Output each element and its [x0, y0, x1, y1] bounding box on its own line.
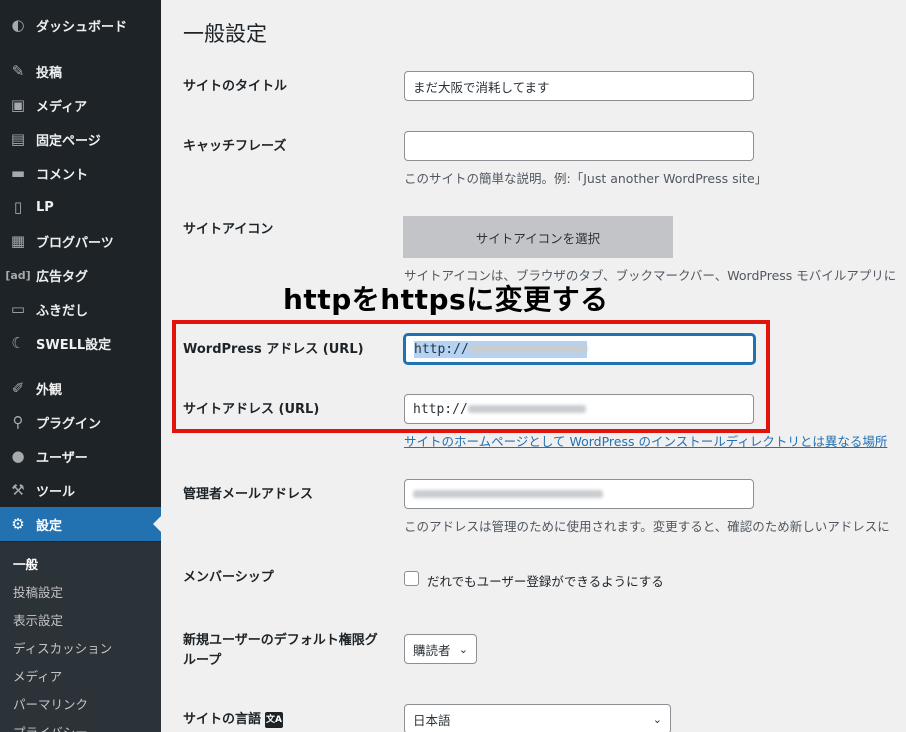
site-icon-label: サイトアイコン: [183, 222, 274, 237]
ad-icon: [ad]: [5, 268, 31, 282]
site-title-value: まだ大阪で消耗してます: [413, 79, 550, 95]
bubble-icon: ▭: [10, 300, 26, 318]
submenu-item-2[interactable]: 表示設定: [13, 610, 63, 629]
admin-email-label: 管理者メールアドレス: [183, 487, 314, 502]
admin-email-description: このアドレスは管理のために使用されます。変更すると、確認のため新しいアドレスに: [404, 519, 890, 534]
plugin-icon: ⚲: [12, 413, 24, 431]
submenu-item-4[interactable]: メディア: [13, 666, 62, 685]
submenu-item-0[interactable]: 一般: [13, 554, 38, 573]
comment-icon: ▬: [10, 164, 26, 182]
brush-icon: ✐: [11, 379, 25, 397]
wordpress-address-input[interactable]: http://: [404, 334, 755, 364]
media-icon: ▣: [10, 96, 26, 114]
user-icon: ●: [11, 447, 25, 465]
sidebar-item-label: プラグイン: [36, 416, 102, 432]
page-icon: ▤: [10, 130, 26, 148]
sidebar-item-14[interactable]: ⚙ 設定: [0, 507, 161, 541]
sidebar-item-11[interactable]: ⚲ プラグイン: [0, 405, 161, 439]
site-language-label-row: サイトの言語 文A: [183, 710, 284, 730]
main-content: 一般設定 サイトのタイトル まだ大阪で消耗してます キャッチフレーズ このサイト…: [161, 0, 906, 732]
wrench-icon: ⚒: [11, 481, 25, 499]
sidebar-item-3[interactable]: ▤ 固定ページ: [0, 122, 161, 156]
membership-checkbox[interactable]: [404, 571, 419, 586]
site-title-input[interactable]: まだ大阪で消耗してます: [404, 71, 754, 101]
translate-icon: 文A: [265, 711, 284, 728]
dashboard-icon: ◐: [11, 16, 25, 34]
grid-icon: ▦: [10, 232, 26, 250]
admin-sidebar: ◐ ダッシュボード ✎ 投稿 ▣ メディア ▤ 固定ページ ▬ コメント ▯ LP ▦ ブログパーツ [ad…: [0, 0, 161, 732]
sidebar-item-8[interactable]: ▭ ふきだし: [0, 292, 161, 326]
submenu-item-1[interactable]: 投稿設定: [13, 582, 63, 601]
sidebar-item-13[interactable]: ⚒ ツール: [0, 473, 161, 507]
sidebar-item-5[interactable]: ▯ LP: [0, 190, 161, 224]
site-address-description-link[interactable]: サイトのホームページとして WordPress のインストールディレクトリとは異…: [404, 431, 887, 450]
sidebar-item-label: ブログパーツ: [36, 235, 114, 251]
site-language-select[interactable]: 日本語 ⌄: [404, 704, 671, 732]
sidebar-item-1[interactable]: ✎ 投稿: [0, 54, 161, 88]
wordpress-address-value: http://: [414, 341, 469, 357]
membership-label: メンバーシップ: [183, 570, 274, 585]
tagline-input[interactable]: [404, 131, 754, 161]
redacted-domain: [468, 345, 587, 353]
sidebar-item-2[interactable]: ▣ メディア: [0, 88, 161, 122]
sidebar-item-label: 広告タグ: [36, 269, 89, 285]
site-address-input[interactable]: http://: [404, 394, 754, 424]
sidebar-item-label: 固定ページ: [36, 133, 101, 149]
site-language-value: 日本語: [413, 712, 451, 728]
sidebar-item-6[interactable]: ▦ ブログパーツ: [0, 224, 161, 258]
wordpress-address-selection: http://: [414, 340, 587, 358]
sidebar-item-label: SWELL設定: [36, 337, 112, 353]
redacted-domain: [467, 405, 586, 413]
page-title: 一般設定: [183, 22, 267, 46]
pin-icon: ✎: [11, 62, 25, 80]
tagline-description: このサイトの簡単な説明。例:「Just another WordPress si…: [404, 171, 768, 186]
sidebar-item-10[interactable]: ✐ 外観: [0, 371, 161, 405]
settings-submenu: 一般投稿設定表示設定ディスカッションメディアパーマリンクプライバシー: [0, 542, 161, 732]
chevron-down-icon: ⌄: [652, 712, 662, 726]
sidebar-item-4[interactable]: ▬ コメント: [0, 156, 161, 190]
annotation-text: httpをhttpsに変更する: [283, 283, 609, 316]
wordpress-address-label: WordPress アドレス (URL): [183, 342, 364, 357]
site-language-label: サイトの言語: [183, 712, 262, 727]
sidebar-item-0[interactable]: ◐ ダッシュボード: [0, 8, 161, 42]
chevron-down-icon: ⌄: [458, 642, 468, 656]
sidebar-item-label: LP: [36, 199, 54, 215]
admin-email-input[interactable]: [404, 479, 754, 509]
site-address-value: http://: [413, 401, 468, 417]
sidebar-item-label: 外観: [36, 382, 63, 398]
sidebar-item-label: コメント: [36, 167, 89, 183]
submenu-item-5[interactable]: パーマリンク: [13, 694, 88, 713]
submenu-item-3[interactable]: ディスカッション: [13, 638, 112, 657]
default-role-label: 新規ユーザーのデフォルト権限グループ: [183, 633, 378, 668]
site-address-label: サイトアドレス (URL): [183, 402, 320, 417]
default-role-value: 購読者: [413, 642, 451, 658]
sidebar-item-label: 設定: [36, 518, 63, 534]
select-site-icon-button[interactable]: サイトアイコンを選択: [403, 216, 673, 258]
sidebar-item-label: ダッシュボード: [36, 19, 128, 35]
settings-icon: ⚙: [11, 515, 25, 533]
sidebar-item-12[interactable]: ● ユーザー: [0, 439, 161, 473]
sidebar-item-9[interactable]: ☾ SWELL設定: [0, 326, 161, 360]
site-title-label: サイトのタイトル: [183, 79, 288, 94]
redacted-email: [413, 490, 603, 498]
sidebar-item-label: 投稿: [36, 65, 63, 81]
sidebar-item-label: メディア: [36, 99, 88, 115]
sidebar-item-label: ツール: [36, 484, 76, 500]
tagline-label: キャッチフレーズ: [183, 139, 287, 154]
swell-icon: ☾: [11, 334, 25, 352]
sidebar-item-label: ふきだし: [36, 303, 89, 319]
submenu-item-6[interactable]: プライバシー: [13, 722, 88, 732]
document-icon: ▯: [13, 198, 23, 216]
default-role-select[interactable]: 購読者 ⌄: [404, 634, 477, 664]
membership-checkbox-label[interactable]: だれでもユーザー登録ができるようにする: [427, 571, 664, 590]
sidebar-item-7[interactable]: [ad] 広告タグ: [0, 258, 161, 292]
sidebar-item-label: ユーザー: [36, 450, 88, 466]
